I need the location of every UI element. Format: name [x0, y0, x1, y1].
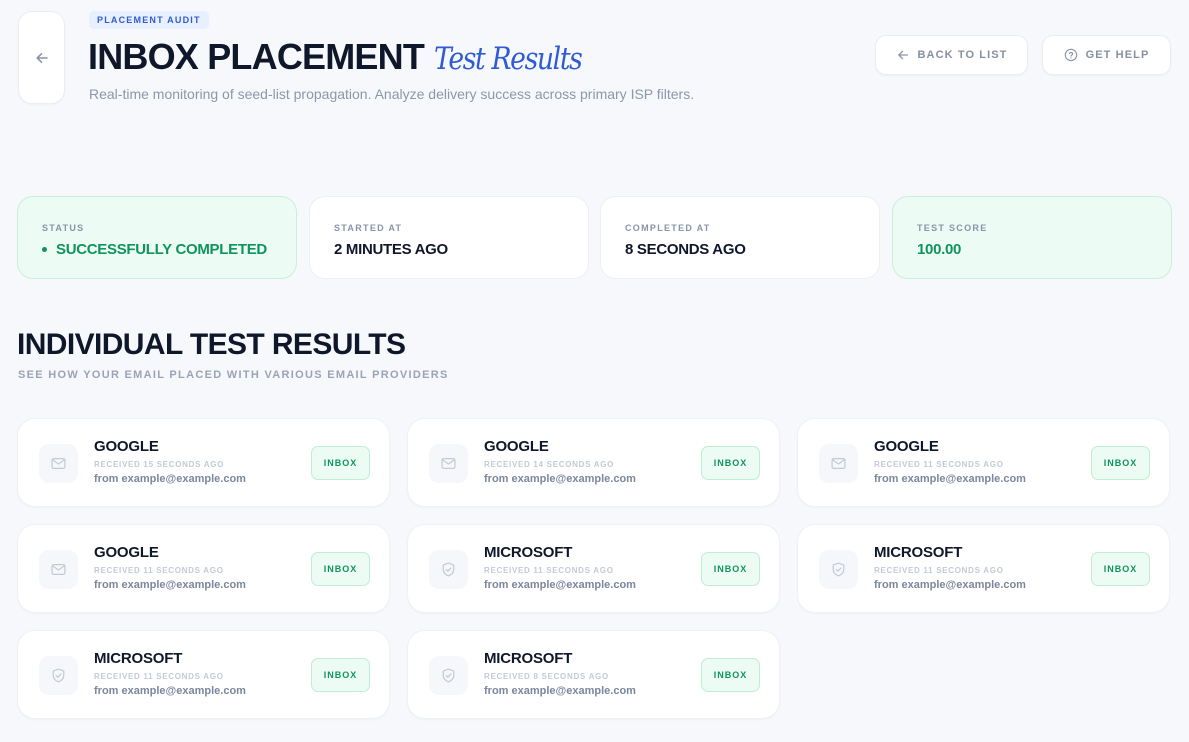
page-title: INBOX PLACEMENT Test Results [88, 36, 606, 78]
result-card[interactable]: MICROSOFT RECEIVED 11 SECONDS AGO from exa… [407, 524, 780, 613]
get-help-button[interactable]: GET HELP [1042, 35, 1171, 75]
provider-name: MICROSOFT [94, 650, 183, 667]
page-subtitle: Real-time monitoring of seed-list propag… [89, 86, 695, 102]
received-time: RECEIVED 11 SECONDS AGO [484, 566, 614, 575]
stat-card-test-score: TEST SCORE 100.00 [892, 196, 1172, 279]
eyebrow-badge: PLACEMENT AUDIT [89, 11, 209, 29]
provider-name: MICROSOFT [874, 544, 963, 561]
provider-name: GOOGLE [94, 544, 159, 561]
status-dot [42, 247, 47, 252]
provider-icon-tile [819, 550, 858, 589]
received-time: RECEIVED 14 SECONDS AGO [484, 460, 615, 469]
stat-value: SUCCESSFULLY COMPLETED [56, 241, 267, 258]
get-help-label: GET HELP [1085, 49, 1150, 61]
sender-address: from example@example.com [874, 473, 1026, 485]
shield-check-icon [440, 667, 457, 684]
stat-label: TEST SCORE [917, 223, 988, 233]
stat-label: STATUS [42, 223, 85, 233]
provider-name: GOOGLE [484, 438, 549, 455]
sender-address: from example@example.com [94, 685, 246, 697]
page-title-main: INBOX PLACEMENT [88, 36, 425, 77]
received-time: RECEIVED 8 SECONDS AGO [484, 672, 609, 681]
provider-icon-tile [429, 550, 468, 589]
stat-card-completed-at: COMPLETED AT 8 SECONDS AGO [600, 196, 880, 279]
section-title: INDIVIDUAL TEST RESULTS [17, 328, 406, 361]
shield-check-icon [830, 561, 847, 578]
received-time: RECEIVED 11 SECONDS AGO [874, 566, 1004, 575]
provider-name: MICROSOFT [484, 650, 573, 667]
stat-card-started-at: STARTED AT 2 MINUTES AGO [309, 196, 589, 279]
arrow-left-icon [897, 50, 908, 60]
placement-badge: INBOX [701, 552, 760, 586]
mail-icon [440, 455, 457, 472]
stat-value: 2 MINUTES AGO [334, 241, 448, 258]
received-time: RECEIVED 11 SECONDS AGO [94, 672, 224, 681]
result-card[interactable]: GOOGLE RECEIVED 11 SECONDS AGO from exampl… [17, 524, 390, 613]
provider-icon-tile [39, 550, 78, 589]
provider-icon-tile [429, 656, 468, 695]
sender-address: from example@example.com [484, 579, 636, 591]
sender-address: from example@example.com [94, 579, 246, 591]
placement-badge: INBOX [311, 552, 370, 586]
result-card[interactable]: MICROSOFT RECEIVED 11 SECONDS AGO from exa… [17, 630, 390, 719]
shield-check-icon [50, 667, 67, 684]
provider-icon-tile [819, 444, 858, 483]
result-card[interactable]: GOOGLE RECEIVED 11 SECONDS AGO from exampl… [797, 418, 1170, 507]
provider-name: MICROSOFT [484, 544, 573, 561]
stat-value: 100.00 [917, 241, 962, 258]
back-button[interactable] [18, 11, 65, 104]
stat-label: STARTED AT [334, 223, 403, 233]
stat-label: COMPLETED AT [625, 223, 711, 233]
sender-address: from example@example.com [874, 579, 1026, 591]
result-card[interactable]: MICROSOFT RECEIVED 11 SECONDS AGO from exa… [797, 524, 1170, 613]
provider-name: GOOGLE [874, 438, 939, 455]
result-card[interactable]: GOOGLE RECEIVED 15 SECONDS AGO from exampl… [17, 418, 390, 507]
placement-badge: INBOX [311, 658, 370, 692]
provider-icon-tile [429, 444, 468, 483]
mail-icon [50, 455, 67, 472]
result-card[interactable]: GOOGLE RECEIVED 14 SECONDS AGO from exampl… [407, 418, 780, 507]
back-to-list-button[interactable]: BACK TO LIST [875, 35, 1028, 75]
provider-name: GOOGLE [94, 438, 159, 455]
provider-icon-tile [39, 444, 78, 483]
sender-address: from example@example.com [484, 685, 636, 697]
sender-address: from example@example.com [94, 473, 246, 485]
result-card[interactable]: MICROSOFT RECEIVED 8 SECONDS AGO from exam… [407, 630, 780, 719]
sender-address: from example@example.com [484, 473, 636, 485]
placement-badge: INBOX [311, 446, 370, 480]
received-time: RECEIVED 11 SECONDS AGO [94, 566, 224, 575]
provider-icon-tile [39, 656, 78, 695]
back-to-list-label: BACK TO LIST [917, 49, 1008, 61]
placement-badge: INBOX [701, 658, 760, 692]
received-time: RECEIVED 15 SECONDS AGO [94, 460, 225, 469]
help-circle-icon [1064, 48, 1077, 62]
placement-badge: INBOX [701, 446, 760, 480]
placement-badge: INBOX [1091, 446, 1150, 480]
received-time: RECEIVED 11 SECONDS AGO [874, 460, 1004, 469]
page-title-accent: Test Results [434, 41, 583, 77]
stat-value: 8 SECONDS AGO [625, 241, 746, 258]
section-subtitle: SEE HOW YOUR EMAIL PLACED WITH VARIOUS E… [18, 369, 449, 381]
mail-icon [50, 561, 67, 578]
mail-icon [830, 455, 847, 472]
arrow-left-icon [35, 52, 48, 63]
stat-card-status: STATUS SUCCESSFULLY COMPLETED [17, 196, 297, 279]
placement-badge: INBOX [1091, 552, 1150, 586]
shield-check-icon [440, 561, 457, 578]
